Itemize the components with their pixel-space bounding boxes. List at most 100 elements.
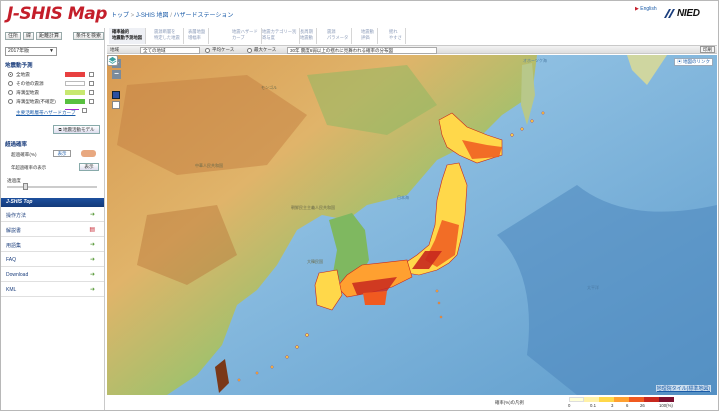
tab-long-period[interactable]: 長周期 地震動 [297, 28, 317, 44]
breadcrumb-map[interactable]: J-SHIS 地図 [136, 13, 169, 19]
hazard-radio[interactable] [8, 72, 13, 77]
tab-site-amplification[interactable]: 表層地盤 増幅率 [185, 28, 210, 44]
legend-tick: 0.1 [590, 403, 596, 408]
map-label: 朝鮮民主主義人民共和国 [291, 205, 335, 210]
nied-logo[interactable]: NIED [677, 8, 700, 19]
tab-probabilistic-map[interactable]: 確率論的 地震動予測地図 [109, 28, 147, 44]
tab-scenario-map[interactable]: 震源断層を 特定した地震 [151, 28, 184, 44]
latlon-button[interactable]: 緯 [23, 32, 35, 40]
legend-swatch [599, 397, 614, 402]
nav-item-label: 用語集 [6, 243, 22, 249]
layer-switch-icon[interactable] [112, 91, 120, 99]
region-select[interactable]: 全ての地域 [140, 47, 200, 54]
hazard-swatch [65, 90, 85, 95]
exceed-toggle[interactable]: 表示 [53, 150, 71, 157]
tab-label-line: カーブ [232, 34, 245, 40]
nav-item-glossary[interactable]: 用語集 ➜ [1, 238, 104, 252]
tab-label-line: パラメータ [327, 34, 349, 40]
hazard-checkbox[interactable] [89, 81, 94, 86]
legend-swatch [659, 397, 674, 402]
legend-swatch [569, 397, 584, 402]
map-toolbar: 地域 全ての地域 平均ケース 最大ケース 30年 震度6弱以上の揺れに見舞われる… [107, 45, 717, 54]
condition-search-button[interactable]: 条件を検索 [73, 32, 105, 40]
display-button[interactable]: 表示 [79, 163, 99, 171]
english-link[interactable]: ▶ English [635, 6, 657, 12]
legend-title: 確率(%)の凡例 [495, 400, 524, 405]
tab-shaking-ease[interactable]: 揺れ やすさ [386, 28, 406, 44]
max-case-radio[interactable] [247, 48, 252, 53]
opacity-slider-track[interactable] [7, 186, 97, 188]
tab-label-line: 地震動 [361, 29, 374, 34]
year-select[interactable]: 2017年版 ▼ [5, 47, 57, 56]
measure-icon[interactable] [112, 101, 120, 109]
nav-item-faq[interactable]: FAQ ➜ [1, 253, 104, 267]
fault-checkbox[interactable] [82, 108, 87, 113]
arrow-icon: ➜ [89, 287, 95, 293]
map-link-label: 地図のリンク [683, 59, 710, 64]
hazard-item[interactable]: 海溝型地震(不確定) [8, 98, 102, 105]
hazard-radio[interactable] [8, 90, 13, 95]
arrow-icon: ➜ [89, 257, 95, 263]
fault-hazard-curve-link[interactable]: 主要活断層帯ハザードカーブ [16, 110, 75, 116]
hazard-radio[interactable] [8, 81, 13, 86]
nav-item-kml[interactable]: KML ➜ [1, 283, 104, 297]
tab-label-line: 地震動予測地図 [112, 34, 143, 40]
map-tabs: 確率論的 地震動予測地図 震源断層を 特定した地震 表層地盤 増幅率 地震ハザード カー… [107, 27, 717, 45]
map-canvas[interactable] [107, 55, 717, 395]
zoom-out-button[interactable]: − [112, 70, 121, 79]
legend-tick: 6 [626, 403, 629, 408]
tab-category-contribution[interactable]: 地震カテゴリー別 寄与度 [259, 28, 301, 44]
average-case-radio[interactable] [205, 48, 210, 53]
tab-label-line: 特定した地震 [154, 34, 180, 40]
year-select-value: 2017年版 [8, 48, 30, 54]
top-button-group: 住所 緯 距離計算 条件を検索 [5, 32, 105, 40]
tab-source-params[interactable]: 震源 パラメータ [324, 28, 353, 44]
hazard-radio[interactable] [8, 99, 13, 104]
layers-icon[interactable] [107, 55, 118, 66]
legend-tick: 26 [640, 403, 645, 408]
nav-item-label: Download [6, 272, 29, 278]
tab-hazard-curve[interactable]: 地震ハザード カーブ [229, 28, 262, 44]
print-button[interactable]: 印刷 [700, 46, 715, 53]
hazard-map[interactable]: + − ▣ 地図のリンク モンゴル 中華人民共和国 大韓民国 朝鮮民主主義人民共… [107, 55, 717, 395]
breadcrumb-home[interactable]: トップ [111, 13, 129, 19]
arrow-icon: ➜ [89, 212, 95, 218]
tab-label-line: 増幅率 [188, 34, 201, 40]
address-button[interactable]: 住所 [5, 32, 22, 40]
exceed-label: 超過確率(%) [11, 152, 37, 157]
logo-map: Map [67, 4, 108, 24]
nav-item-label: FAQ [6, 257, 17, 263]
breadcrumb-station[interactable]: ハザードステーション [174, 13, 234, 19]
hazard-item[interactable]: 全地震 [8, 71, 102, 78]
average-case-label: 平均ケース [212, 47, 235, 52]
hazard-checkbox[interactable] [89, 72, 94, 77]
jshis-logo[interactable]: J-SHIS Map [7, 4, 107, 24]
hazard-item-label: 全地震 [16, 72, 30, 77]
map-type-select[interactable]: 30年 震度6弱以上の揺れに見舞われる確率の分布図 [287, 47, 437, 54]
hazard-checkbox[interactable] [89, 99, 94, 104]
distance-button[interactable]: 距離計算 [36, 32, 63, 40]
hazard-checkbox[interactable] [89, 90, 94, 95]
nav-item-download[interactable]: Download ➜ [1, 268, 104, 282]
link-icon: ▣ [677, 59, 682, 64]
tab-ground-motion[interactable]: 地震動 評価 [358, 28, 378, 44]
quake-model-button[interactable]: ⧉ 地震活動モデル [53, 125, 100, 134]
region-label: 地域 [110, 47, 119, 52]
copy-icon: ⧉ [58, 127, 62, 132]
nav-item-operation[interactable]: 操作方法 ➜ [1, 208, 104, 222]
nav-item-manual[interactable]: 解説書 ▤ [1, 223, 104, 237]
legend-tick: 100(%) [659, 403, 673, 408]
legend-swatch [629, 397, 644, 402]
nav-header[interactable]: J-SHIS Top [1, 198, 104, 207]
quake-model-label: 地震活動モデル [62, 127, 95, 132]
map-label: 大韓民国 [307, 259, 323, 264]
hazard-item-label: 海溝型地震(不確定) [16, 99, 56, 104]
hazard-item[interactable]: その他の震源 [8, 80, 102, 87]
opacity-slider-handle[interactable] [23, 183, 28, 190]
tab-label-line: 地震カテゴリー別 [262, 29, 297, 34]
map-link-button[interactable]: ▣ 地図のリンク [674, 58, 713, 66]
hazard-item[interactable]: 海溝型地震 [8, 89, 102, 96]
map-label: 中華人民共和国 [195, 163, 223, 168]
legend-swatch [614, 397, 629, 402]
tile-source-link[interactable]: 地理院タイル(標準地図) [655, 385, 711, 392]
